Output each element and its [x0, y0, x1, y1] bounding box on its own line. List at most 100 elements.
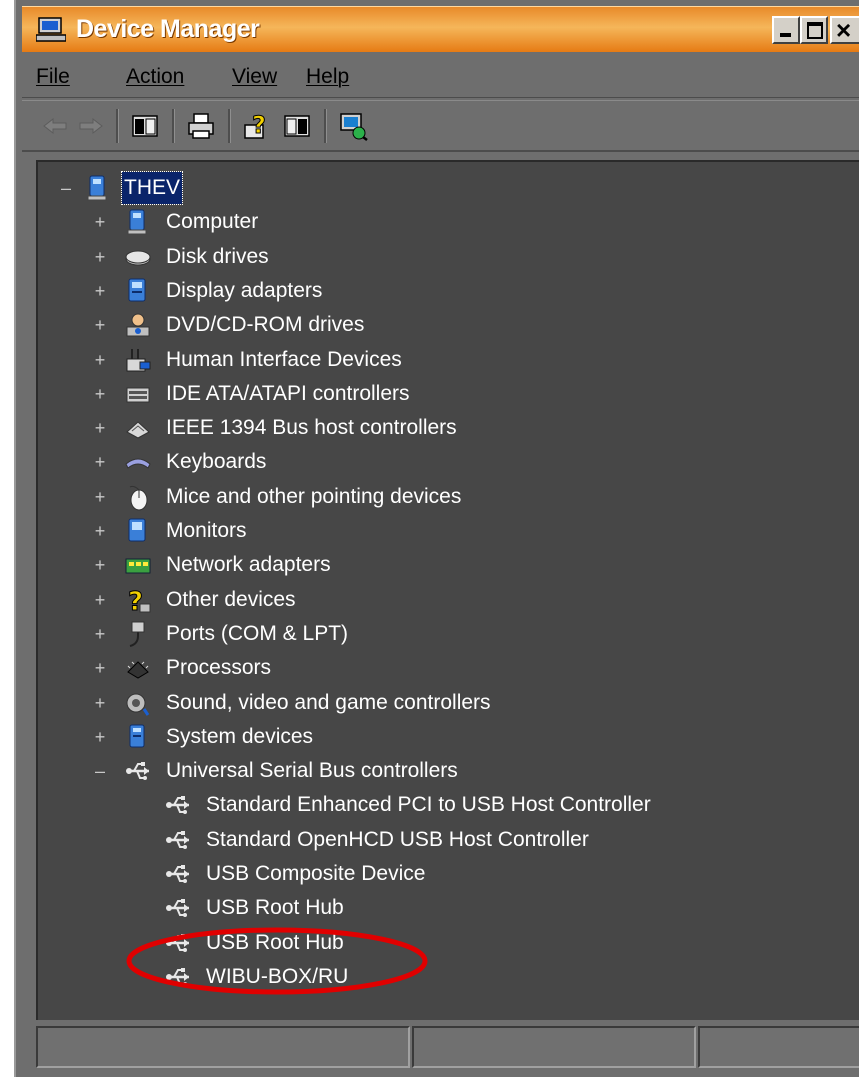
expand-toggle[interactable]: + [92, 481, 108, 513]
expand-toggle[interactable]: + [92, 515, 108, 547]
tree-node-label: Standard Enhanced PCI to USB Host Contro… [206, 793, 651, 817]
tree-category[interactable]: + Sound, video and game controllers [38, 687, 858, 719]
tree-category[interactable]: + System devices [38, 721, 858, 753]
display-adapter-icon [124, 277, 152, 305]
close-icon: × [836, 15, 852, 45]
tree-category[interactable]: + Processors [38, 652, 858, 684]
tree-node-label: Computer [166, 210, 259, 234]
tree-node-label: USB Root Hub [206, 896, 344, 920]
tree-root[interactable]: – THEV [38, 171, 858, 205]
question-mark-icon: ? [124, 586, 152, 617]
tree-category[interactable]: + Ports (COM & LPT) [38, 618, 858, 650]
expand-toggle[interactable]: + [92, 687, 108, 719]
maximize-button[interactable] [800, 16, 828, 44]
tree-category[interactable]: + Monitors [38, 515, 858, 547]
dvd-drive-icon [124, 311, 152, 339]
toolbar: ? [22, 100, 859, 152]
menu-action[interactable]: Action [126, 65, 184, 89]
window-title: Device Manager [76, 15, 260, 43]
tree-device[interactable]: WIBU-BOX/RU [38, 961, 858, 993]
tree-node-label: Sound, video and game controllers [166, 690, 491, 714]
tree-node-label: Ports (COM & LPT) [166, 621, 349, 645]
menu-help[interactable]: Help [306, 65, 349, 89]
expand-toggle[interactable]: + [92, 721, 108, 753]
expand-toggle[interactable]: + [92, 206, 108, 238]
tree-node-label: Monitors [166, 519, 247, 542]
tree-category[interactable]: + Disk drives [38, 241, 858, 273]
tree-root-label: THEV [120, 171, 184, 205]
tree-node-label: IDE ATA/ATAPI controllers [166, 381, 410, 405]
expand-toggle[interactable]: + [92, 549, 108, 581]
expand-toggle[interactable]: + [92, 378, 108, 410]
network-adapter-icon [124, 551, 152, 579]
menu-file[interactable]: File [36, 65, 70, 89]
tree-node-label: USB Composite Device [206, 862, 426, 885]
tree-category[interactable]: + Computer [38, 206, 858, 238]
print-icon[interactable] [186, 111, 216, 141]
help-icon[interactable]: ? [242, 111, 272, 141]
expand-toggle[interactable]: + [92, 446, 108, 478]
expand-toggle[interactable]: + [92, 241, 108, 273]
tree-node-label: USB Root Hub [206, 930, 344, 954]
tree-device[interactable]: USB Composite Device [38, 858, 858, 890]
expand-toggle[interactable]: + [92, 618, 108, 650]
computer-icon [84, 174, 112, 202]
tree-node-label: Keyboards [166, 450, 267, 474]
usb-icon [164, 929, 192, 957]
properties-pane-icon[interactable] [130, 111, 160, 141]
tree-category[interactable]: + DVD/CD-ROM drives [38, 309, 858, 341]
expand-toggle[interactable]: + [92, 309, 108, 341]
monitor-icon [124, 517, 152, 545]
tree-category[interactable]: – Universal Serial Bus controllers [38, 755, 858, 787]
disk-drive-icon [124, 243, 152, 271]
expand-toggle[interactable]: + [92, 412, 108, 444]
view-pane-icon[interactable] [282, 111, 312, 141]
status-bar [36, 1026, 859, 1068]
expand-toggle[interactable]: + [92, 344, 108, 376]
usb-icon [124, 757, 152, 785]
port-icon [124, 620, 152, 648]
menu-bar: File Action View Help [22, 56, 859, 98]
tree-category[interactable]: + IDE ATA/ATAPI controllers [38, 378, 858, 410]
tree-node-label: Network adapters [166, 553, 331, 577]
close-button[interactable]: × [830, 15, 859, 45]
collapse-toggle[interactable]: – [58, 172, 74, 204]
tree-category[interactable]: + Display adapters [38, 275, 858, 307]
back-arrow-icon[interactable] [40, 111, 70, 141]
tree-node-label: Standard OpenHCD USB Host Controller [206, 827, 589, 851]
tree-node-label: IEEE 1394 Bus host controllers [166, 416, 457, 440]
tree-category[interactable]: + Network adapters [38, 549, 858, 581]
menu-view[interactable]: View [232, 65, 277, 89]
tree-category[interactable]: +? Other devices [38, 584, 858, 617]
device-tree[interactable]: – THEV + Computer + Disk drives + Display adapt… [36, 160, 859, 1020]
expand-toggle[interactable]: + [92, 652, 108, 684]
tree-device[interactable]: Standard Enhanced PCI to USB Host Contro… [38, 789, 858, 821]
tree-device[interactable]: USB Root Hub [38, 892, 858, 924]
scan-hardware-icon[interactable] [338, 111, 368, 141]
tree-node-label: WIBU-BOX/RU [206, 964, 349, 988]
collapse-toggle[interactable]: – [92, 755, 108, 787]
tree-node-label: Display adapters [166, 278, 323, 302]
system-device-icon [124, 723, 152, 751]
tree-category[interactable]: + Keyboards [38, 446, 858, 478]
title-bar[interactable]: Device Manager × [22, 6, 859, 52]
tree-category[interactable]: + Human Interface Devices [38, 344, 858, 376]
toolbar-separator [172, 109, 175, 143]
tree-category[interactable]: + Mice and other pointing devices [38, 481, 858, 513]
computer-icon [124, 208, 152, 236]
device-manager-window: Device Manager × File Action View Help ?… [14, 0, 859, 1077]
expand-toggle[interactable]: + [92, 275, 108, 307]
tree-category[interactable]: + IEEE 1394 Bus host controllers [38, 412, 858, 444]
tree-device[interactable]: Standard OpenHCD USB Host Controller [38, 824, 858, 856]
minimize-button[interactable] [772, 16, 800, 44]
tree-node-label: Disk drives [166, 244, 269, 268]
forward-arrow-icon[interactable] [76, 111, 106, 141]
keyboard-icon [124, 448, 152, 476]
tree-device[interactable]: USB Root Hub [38, 927, 858, 959]
processor-icon [124, 654, 152, 682]
device-manager-icon [36, 17, 66, 42]
expand-toggle[interactable]: + [92, 584, 108, 616]
usb-icon [164, 860, 192, 888]
usb-icon [164, 963, 192, 991]
ieee1394-icon [124, 414, 152, 442]
